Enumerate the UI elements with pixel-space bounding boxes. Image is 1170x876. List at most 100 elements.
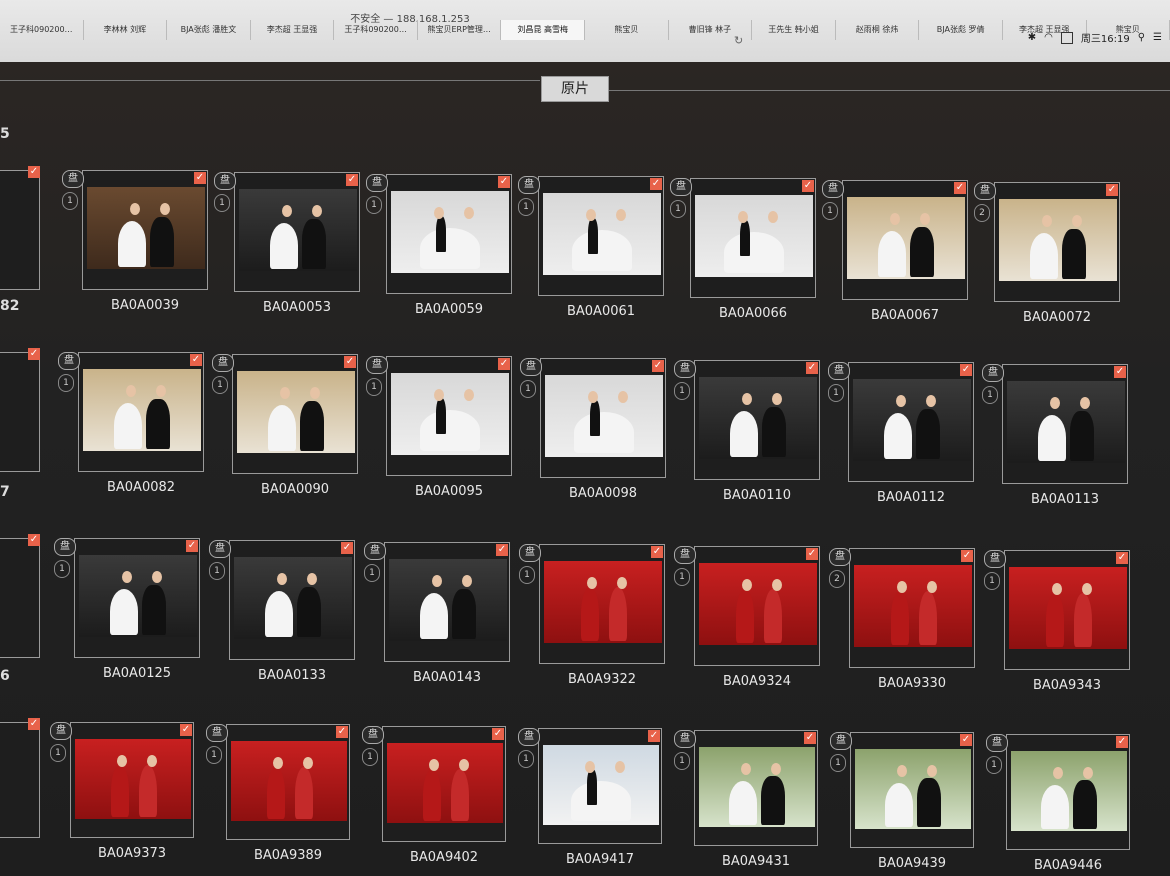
browser-tab[interactable]: 王子科090200… <box>334 20 418 40</box>
selected-check-icon[interactable]: ✓ <box>960 364 972 376</box>
photo-frame[interactable] <box>539 544 665 664</box>
photo-thumbnail[interactable] <box>391 191 509 273</box>
photo-frame[interactable] <box>994 182 1120 302</box>
disk-badge[interactable]: 盘 <box>520 358 542 376</box>
selected-check-icon[interactable]: ✓ <box>496 544 508 556</box>
disk-badge[interactable]: 盘 <box>674 730 696 748</box>
disk-badge[interactable]: 盘 <box>212 354 234 372</box>
disk-badge[interactable]: 盘 <box>364 542 386 560</box>
selected-check-icon[interactable]: ✓ <box>341 542 353 554</box>
photo-thumbnail[interactable] <box>699 563 817 645</box>
photo-thumbnail[interactable] <box>999 199 1117 281</box>
selected-check-icon[interactable]: ✓ <box>651 546 663 558</box>
disk-badge[interactable]: 盘 <box>984 550 1006 568</box>
photo-thumbnail[interactable] <box>847 197 965 279</box>
browser-tab[interactable]: BJA张彪 罗倩 <box>919 20 1003 40</box>
disk-badge[interactable]: 盘 <box>674 546 696 564</box>
disk-badge[interactable]: 盘 <box>214 172 236 190</box>
browser-tab[interactable]: 熊宝贝ERP管理… <box>418 20 502 40</box>
disk-badge[interactable]: 盘 <box>62 170 84 188</box>
photo-frame[interactable] <box>694 730 818 846</box>
selected-check-icon[interactable]: ✓ <box>344 356 356 368</box>
search-icon[interactable]: ⚲ <box>1138 32 1145 43</box>
selected-check-icon[interactable]: ✓ <box>498 358 510 370</box>
photo-thumbnail[interactable] <box>699 377 817 459</box>
photo-frame[interactable] <box>382 726 506 842</box>
photo-frame[interactable] <box>1004 550 1130 670</box>
photo-frame[interactable] <box>850 732 974 848</box>
disk-badge[interactable]: 盘 <box>986 734 1008 752</box>
selected-check-icon[interactable]: ✓ <box>802 180 814 192</box>
selected-check-icon[interactable]: ✓ <box>186 540 198 552</box>
photo-card-partial[interactable] <box>0 538 40 658</box>
selected-check-icon[interactable]: ✓ <box>806 362 818 374</box>
disk-badge[interactable]: 盘 <box>519 544 541 562</box>
photo-thumbnail[interactable] <box>854 565 972 647</box>
disk-badge[interactable]: 盘 <box>829 548 851 566</box>
photo-frame[interactable] <box>232 354 358 474</box>
photo-thumbnail[interactable] <box>239 189 357 271</box>
selected-check-icon[interactable]: ✓ <box>28 348 40 360</box>
photo-frame[interactable] <box>842 180 968 300</box>
photo-frame[interactable] <box>540 358 666 478</box>
photo-card-partial[interactable] <box>0 722 40 838</box>
photo-frame[interactable] <box>694 546 820 666</box>
disk-badge[interactable]: 盘 <box>822 180 844 198</box>
photo-frame[interactable] <box>538 728 662 844</box>
selected-check-icon[interactable]: ✓ <box>650 178 662 190</box>
disk-badge[interactable]: 盘 <box>518 176 540 194</box>
photo-frame[interactable] <box>1002 364 1128 484</box>
photo-frame[interactable] <box>226 724 350 840</box>
browser-tab[interactable]: 刘昌昆 高雪梅 <box>501 20 586 40</box>
photo-card-partial[interactable] <box>0 170 40 290</box>
photo-thumbnail[interactable] <box>234 557 352 639</box>
disk-badge[interactable]: 盘 <box>206 724 228 742</box>
disk-badge[interactable]: 盘 <box>209 540 231 558</box>
photo-frame[interactable] <box>538 176 664 296</box>
photo-frame[interactable] <box>386 356 512 476</box>
disk-badge[interactable]: 盘 <box>974 182 996 200</box>
browser-tab[interactable]: 王先生 韩小姐 <box>752 20 836 40</box>
photo-thumbnail[interactable] <box>853 379 971 461</box>
photo-thumbnail[interactable] <box>855 749 971 829</box>
selected-check-icon[interactable]: ✓ <box>1116 552 1128 564</box>
selected-check-icon[interactable]: ✓ <box>180 724 192 736</box>
menu-icon[interactable]: ☰ <box>1153 32 1162 43</box>
selected-check-icon[interactable]: ✓ <box>190 354 202 366</box>
photo-card-partial[interactable] <box>0 352 40 472</box>
selected-check-icon[interactable]: ✓ <box>961 550 973 562</box>
photo-thumbnail[interactable] <box>87 187 205 269</box>
photo-thumbnail[interactable] <box>83 369 201 451</box>
browser-tab[interactable]: 李林林 刘辉 <box>84 20 168 40</box>
photo-thumbnail[interactable] <box>387 743 503 823</box>
selected-check-icon[interactable]: ✓ <box>346 174 358 186</box>
photo-frame[interactable] <box>234 172 360 292</box>
photo-thumbnail[interactable] <box>231 741 347 821</box>
selected-check-icon[interactable]: ✓ <box>954 182 966 194</box>
disk-badge[interactable]: 盘 <box>362 726 384 744</box>
selected-check-icon[interactable]: ✓ <box>806 548 818 560</box>
disk-badge[interactable]: 盘 <box>670 178 692 196</box>
photo-frame[interactable] <box>70 722 194 838</box>
selected-check-icon[interactable]: ✓ <box>648 730 660 742</box>
selected-check-icon[interactable]: ✓ <box>28 718 40 730</box>
disk-badge[interactable]: 盘 <box>366 356 388 374</box>
photo-frame[interactable] <box>848 362 974 482</box>
disk-badge[interactable]: 盘 <box>830 732 852 750</box>
photo-frame[interactable] <box>690 178 816 298</box>
photo-thumbnail[interactable] <box>389 559 507 641</box>
photo-frame[interactable] <box>229 540 355 660</box>
photo-frame[interactable] <box>849 548 975 668</box>
photo-frame[interactable] <box>1006 734 1130 850</box>
selected-check-icon[interactable]: ✓ <box>960 734 972 746</box>
selected-check-icon[interactable]: ✓ <box>28 534 40 546</box>
photo-frame[interactable] <box>74 538 200 658</box>
selected-check-icon[interactable]: ✓ <box>1114 366 1126 378</box>
selected-check-icon[interactable]: ✓ <box>498 176 510 188</box>
photo-thumbnail[interactable] <box>75 739 191 819</box>
selected-check-icon[interactable]: ✓ <box>28 166 40 178</box>
photo-frame[interactable] <box>694 360 820 480</box>
photo-thumbnail[interactable] <box>544 561 662 643</box>
selected-check-icon[interactable]: ✓ <box>492 728 504 740</box>
photo-frame[interactable] <box>82 170 208 290</box>
